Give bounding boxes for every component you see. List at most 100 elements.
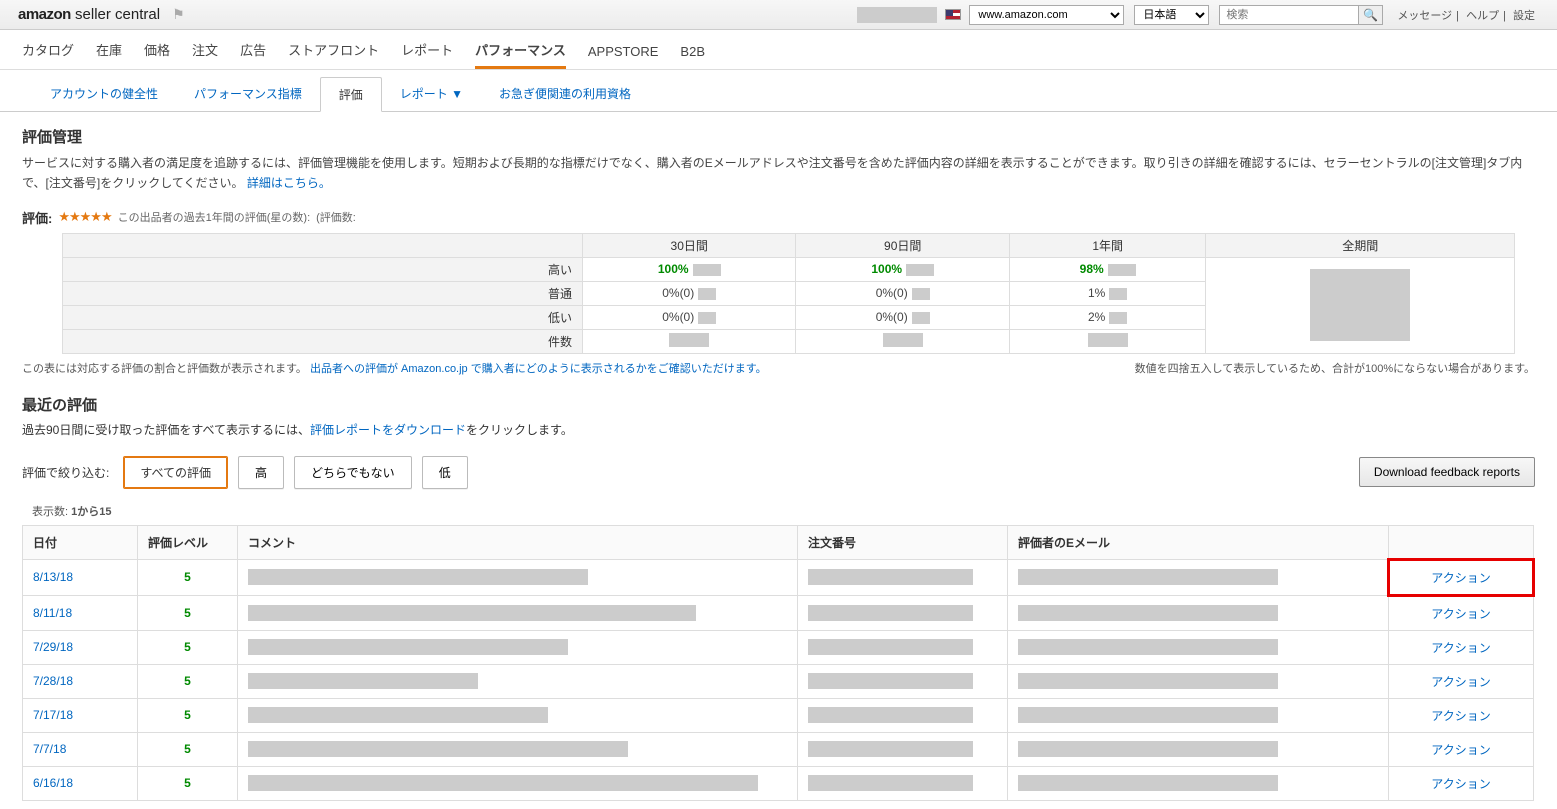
fb-header-order: 注文番号	[798, 525, 1008, 559]
recent-title: 最近の評価	[22, 394, 1535, 415]
fb-action-cell: アクション	[1389, 698, 1534, 732]
summary-cell: 0%(0)	[796, 305, 1009, 329]
summary-row-header: 低い	[63, 305, 583, 329]
sub-nav: アカウントの健全性パフォーマンス指標評価レポート ▼お急ぎ便関連の利用資格	[0, 70, 1557, 111]
fb-level: 5	[138, 595, 238, 630]
nav-item[interactable]: B2B	[680, 44, 705, 69]
nav-item[interactable]: レポート	[401, 40, 453, 69]
feedback-display-link-b[interactable]: Amazon.co.jp で購入者にどのように表示されるかをご確認いただけます。	[401, 363, 767, 375]
action-link[interactable]: アクション	[1431, 743, 1490, 757]
fb-email	[1008, 766, 1389, 800]
fb-date[interactable]: 7/28/18	[23, 664, 138, 698]
flag-icon: ⚑	[172, 6, 185, 23]
fb-level: 5	[138, 630, 238, 664]
main-nav: カタログ在庫価格注文広告ストアフロントレポートパフォーマンス APPSTORE B2…	[0, 30, 1557, 70]
summary-cell: 100%	[583, 257, 796, 281]
download-report-link[interactable]: 評価レポートをダウンロード	[310, 423, 466, 437]
top-header: amazon seller central ⚑ www.amazon.com 日…	[0, 0, 1557, 30]
action-link[interactable]: アクション	[1431, 777, 1490, 791]
action-link[interactable]: アクション	[1431, 675, 1490, 689]
nav-item[interactable]: 注文	[192, 40, 218, 69]
subnav-item[interactable]: お急ぎ便関連の利用資格	[481, 77, 649, 110]
fb-date[interactable]: 6/16/18	[23, 766, 138, 800]
logo-bold: amazon	[18, 6, 71, 23]
fb-comment	[238, 630, 798, 664]
search-input[interactable]	[1219, 5, 1359, 25]
messages-link[interactable]: メッセージ	[1397, 10, 1452, 22]
fb-order	[798, 732, 1008, 766]
summary-cell: 98%	[1009, 257, 1205, 281]
subnav-item[interactable]: レポート ▼	[382, 77, 481, 110]
fb-action-cell: アクション	[1389, 595, 1534, 630]
nav-item[interactable]: APPSTORE	[588, 44, 659, 69]
fb-action-cell: アクション	[1389, 630, 1534, 664]
nav-item[interactable]: 在庫	[96, 40, 122, 69]
filter-button[interactable]: すべての評価	[123, 456, 228, 489]
recent-description: 過去90日間に受け取った評価をすべて表示するには、評価レポートをダウンロードをク…	[22, 421, 1535, 438]
filter-button[interactable]: どちらでもない	[294, 456, 412, 489]
fb-date[interactable]: 7/17/18	[23, 698, 138, 732]
summary-col-header: 30日間	[583, 233, 796, 257]
fb-header-email: 評価者のEメール	[1008, 525, 1389, 559]
nav-item[interactable]: 価格	[144, 40, 170, 69]
fb-order	[798, 698, 1008, 732]
fb-comment	[238, 559, 798, 595]
fb-email	[1008, 664, 1389, 698]
filter-button[interactable]: 低	[422, 456, 468, 489]
fb-header-comment: コメント	[238, 525, 798, 559]
filter-button[interactable]: 高	[238, 456, 284, 489]
summary-col-header: 全期間	[1206, 233, 1515, 257]
fb-action-cell: アクション	[1389, 664, 1534, 698]
stars-icon: ★★★★★	[58, 209, 111, 225]
fb-action-cell: アクション	[1389, 766, 1534, 800]
search-icon: 🔍	[1363, 8, 1378, 22]
action-link[interactable]: アクション	[1431, 607, 1490, 621]
fb-level: 5	[138, 732, 238, 766]
page-title: 評価管理	[22, 126, 1535, 147]
summary-row-header: 件数	[63, 329, 583, 353]
fb-date[interactable]: 7/7/18	[23, 732, 138, 766]
settings-link[interactable]: 設定	[1513, 10, 1535, 22]
fb-header-date: 日付	[23, 525, 138, 559]
fb-action-cell: アクション	[1389, 559, 1534, 595]
nav-item[interactable]: 広告	[240, 40, 266, 69]
download-feedback-button[interactable]: Download feedback reports	[1359, 457, 1535, 487]
summary-cell	[583, 329, 796, 353]
merchant-name-redacted	[857, 7, 937, 23]
summary-cell: 100%	[796, 257, 1009, 281]
logo: amazon seller central ⚑	[18, 6, 185, 23]
summary-allperiod-cell	[1206, 257, 1515, 353]
marketplace-select[interactable]: www.amazon.com	[969, 5, 1124, 25]
fb-order	[798, 595, 1008, 630]
nav-item[interactable]: カタログ	[22, 40, 74, 69]
table-row: 6/16/185アクション	[23, 766, 1534, 800]
subnav-item[interactable]: アカウントの健全性	[32, 77, 176, 110]
page-description: サービスに対する購入者の満足度を追跡するには、評価管理機能を使用します。短期およ…	[22, 153, 1535, 194]
subnav-item[interactable]: パフォーマンス指標	[176, 77, 320, 110]
language-select[interactable]: 日本語	[1134, 5, 1209, 25]
header-links: メッセージ| ヘルプ| 設定	[1393, 7, 1539, 23]
fb-date[interactable]: 8/13/18	[23, 559, 138, 595]
summary-cell: 0%(0)	[583, 305, 796, 329]
feedback-display-link-a[interactable]: 出品者への評価が	[310, 363, 398, 375]
summary-row-header: 高い	[63, 257, 583, 281]
rating-summary-line: 評価: ★★★★★ この出品者の過去1年間の評価(星の数): (評価数:	[22, 208, 1535, 227]
details-link[interactable]: 詳細はこちら。	[247, 176, 331, 190]
fb-order	[798, 559, 1008, 595]
help-link[interactable]: ヘルプ	[1466, 10, 1499, 22]
fb-date[interactable]: 8/11/18	[23, 595, 138, 630]
action-link[interactable]: アクション	[1431, 709, 1490, 723]
action-link[interactable]: アクション	[1431, 641, 1490, 655]
fb-comment	[238, 664, 798, 698]
action-link[interactable]: アクション	[1431, 571, 1490, 585]
fb-order	[798, 664, 1008, 698]
search-button[interactable]: 🔍	[1359, 5, 1383, 25]
summary-cell: 1%	[1009, 281, 1205, 305]
subnav-item[interactable]: 評価	[320, 77, 382, 112]
result-count: 表示数: 1から15	[32, 503, 1535, 519]
table-row: 7/29/185 アクション	[23, 630, 1534, 664]
nav-item[interactable]: ストアフロント	[288, 40, 379, 69]
nav-item[interactable]: パフォーマンス	[475, 40, 566, 69]
fb-date[interactable]: 7/29/18	[23, 630, 138, 664]
us-flag-icon	[945, 9, 961, 20]
